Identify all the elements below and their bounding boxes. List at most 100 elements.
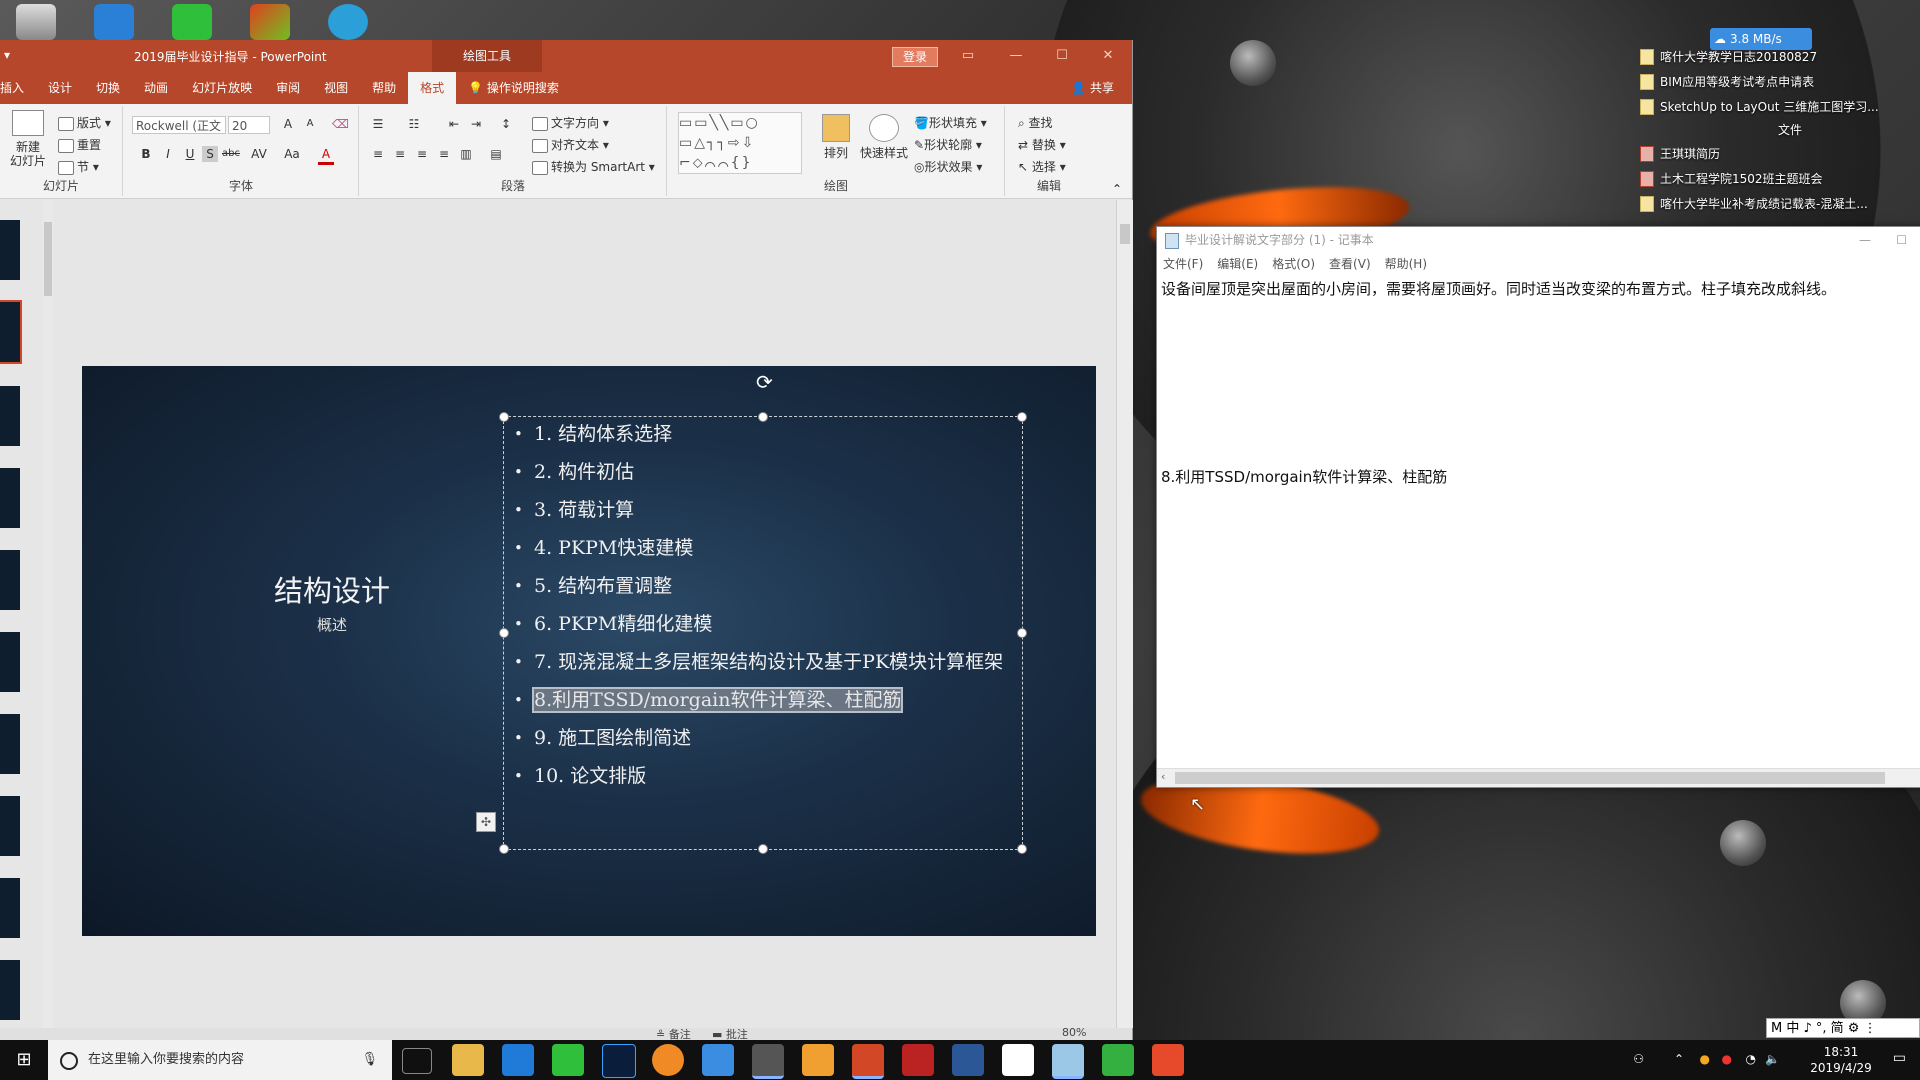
- find-button[interactable]: ⌕ 查找: [1018, 114, 1053, 131]
- edge-icon[interactable]: [502, 1044, 534, 1076]
- list-item[interactable]: 2. 构件初估: [514, 458, 1014, 486]
- list-item[interactable]: 7. 现浇混凝土多层框架结构设计及基于PK模块计算框架: [514, 648, 1014, 676]
- shapes-gallery[interactable]: ▭▭╲╲▭○ ▭△┐┐⇨⇩ ⌐⬦⌒⌒{}: [678, 112, 802, 174]
- font-color-icon[interactable]: A: [318, 146, 334, 165]
- desktop-file[interactable]: 王琪琪简历: [1640, 141, 1920, 166]
- resize-handle[interactable]: [1017, 628, 1027, 638]
- desktop-app-icon[interactable]: [328, 4, 368, 40]
- select-button[interactable]: ↖ 选择 ▾: [1018, 158, 1066, 175]
- slide-scrollbar[interactable]: [1116, 200, 1133, 1028]
- clear-format-icon[interactable]: ⌫: [332, 116, 349, 132]
- slide-thumbnail[interactable]: [0, 632, 20, 692]
- ime-toolbar[interactable]: M 中 ♪ °, 简 ⚙ ⋮: [1766, 1018, 1920, 1038]
- desktop-file[interactable]: 喀什大学教学日志20180827: [1640, 44, 1920, 69]
- task-view-icon[interactable]: [402, 1048, 432, 1074]
- arrange-button[interactable]: 排列: [820, 114, 852, 160]
- font-size-combo[interactable]: 20: [228, 116, 270, 134]
- volume-icon[interactable]: 🔈: [1765, 1052, 1780, 1066]
- maximize-button[interactable]: ☐: [1896, 227, 1907, 253]
- microphone-icon[interactable]: 🎙: [361, 1040, 378, 1080]
- scroll-left-icon[interactable]: ‹: [1161, 770, 1165, 783]
- line-spacing-icon[interactable]: ↕: [498, 116, 514, 132]
- file-explorer-icon[interactable]: [452, 1044, 484, 1076]
- menu-help[interactable]: 帮助(H): [1385, 255, 1427, 272]
- slide-thumbnail[interactable]: [0, 386, 20, 446]
- notepad-horizontal-scrollbar[interactable]: ‹: [1157, 768, 1920, 787]
- app-icon[interactable]: [802, 1044, 834, 1076]
- list-item[interactable]: 3. 荷载计算: [514, 496, 1014, 524]
- minimize-button[interactable]: —: [1859, 227, 1871, 253]
- shape-fill-button[interactable]: 🪣形状填充 ▾: [914, 114, 987, 131]
- iqiyi-icon[interactable]: [172, 4, 212, 40]
- list-item-selected[interactable]: 8.利用TSSD/morgain软件计算梁、柱配筋: [514, 686, 1014, 714]
- replace-button[interactable]: ⇄ 替换 ▾: [1018, 136, 1066, 153]
- browser-icon[interactable]: [652, 1044, 684, 1076]
- slide-thumbnail[interactable]: [0, 714, 20, 774]
- desktop-file[interactable]: BIM应用等级考试考点申请表: [1640, 69, 1920, 94]
- section-button[interactable]: 节 ▾: [58, 158, 99, 175]
- slide-subtitle[interactable]: 概述: [232, 614, 432, 635]
- grow-font-icon[interactable]: A: [280, 116, 296, 132]
- maximize-button[interactable]: ☐: [1052, 46, 1072, 66]
- tab-format[interactable]: 格式: [408, 72, 457, 104]
- italic-icon[interactable]: I: [160, 146, 176, 162]
- align-center-icon[interactable]: ≡: [392, 146, 408, 162]
- slide-thumbnail[interactable]: [0, 796, 20, 856]
- list-item[interactable]: 4. PKPM快速建模: [514, 534, 1014, 562]
- tab-review[interactable]: 审阅: [264, 72, 312, 104]
- font-name-combo[interactable]: Rockwell (正文: [132, 116, 226, 134]
- thumbnails-scrollbar[interactable]: [42, 200, 54, 1028]
- taskbar-search-box[interactable]: 在这里输入你要搜索的内容 🎙: [48, 1040, 392, 1080]
- slide-thumbnail[interactable]: [0, 960, 20, 1020]
- change-case-icon[interactable]: Aa: [280, 146, 304, 162]
- autocad-icon[interactable]: [902, 1044, 934, 1076]
- align-left-icon[interactable]: ≡: [370, 146, 386, 162]
- list-item[interactable]: 9. 施工图绘制简述: [514, 724, 1014, 752]
- list-item[interactable]: 6. PKPM精细化建模: [514, 610, 1014, 638]
- scrollbar-thumb[interactable]: [1175, 772, 1885, 784]
- shrink-font-icon[interactable]: A: [302, 116, 318, 132]
- tab-design[interactable]: 设计: [36, 72, 84, 104]
- menu-format[interactable]: 格式(O): [1272, 255, 1315, 272]
- word-icon[interactable]: [952, 1044, 984, 1076]
- shape-outline-button[interactable]: ✎形状轮廓 ▾: [914, 136, 982, 153]
- photoshop-icon[interactable]: [602, 1044, 636, 1078]
- slide-thumbnail[interactable]: [0, 220, 20, 280]
- resize-handle[interactable]: [1017, 412, 1027, 422]
- slide-thumbnail[interactable]: [0, 550, 20, 610]
- desktop-file[interactable]: 土木工程学院1502班主题班会: [1640, 166, 1920, 191]
- resize-handle[interactable]: [499, 412, 509, 422]
- list-item[interactable]: 10. 论文排版: [514, 762, 1014, 790]
- slide[interactable]: 结构设计 概述 ⟳ 1. 结构体系选择 2. 构件初估 3. 荷载计算 4. P…: [82, 366, 1096, 936]
- resize-handle[interactable]: [758, 844, 768, 854]
- app-icon[interactable]: [1102, 1044, 1134, 1076]
- share-button[interactable]: 👤 共享: [1071, 72, 1114, 104]
- app-icon[interactable]: [702, 1044, 734, 1076]
- slide-thumbnail[interactable]: [0, 468, 20, 528]
- columns-icon[interactable]: ▤: [488, 146, 504, 162]
- numbering-icon[interactable]: ☷: [406, 116, 422, 132]
- network-icon[interactable]: ◔: [1746, 1052, 1756, 1066]
- baidu-netdisk-icon[interactable]: [1002, 1044, 1034, 1076]
- slide-title[interactable]: 结构设计: [232, 568, 432, 610]
- resize-handle[interactable]: [499, 628, 509, 638]
- increase-indent-icon[interactable]: ⇥: [468, 116, 484, 132]
- windows-start-icon[interactable]: ⊞: [0, 1040, 48, 1080]
- align-right-icon[interactable]: ≡: [414, 146, 430, 162]
- collapse-ribbon-icon[interactable]: ⌃: [1112, 182, 1122, 196]
- shape-effects-button[interactable]: ◎形状效果 ▾: [914, 158, 982, 175]
- desktop-file[interactable]: SketchUp to LayOut 三维施工图学习...: [1640, 94, 1920, 119]
- list-item[interactable]: 1. 结构体系选择: [514, 420, 1014, 448]
- menu-file[interactable]: 文件(F): [1163, 255, 1203, 272]
- slide-thumbnail[interactable]: [0, 878, 20, 938]
- bold-icon[interactable]: B: [138, 146, 154, 162]
- desktop-app-icon[interactable]: [94, 4, 134, 40]
- desktop-file[interactable]: 喀什大学毕业补考成绩记载表-混凝土...: [1640, 191, 1920, 216]
- zoom-level[interactable]: 80%: [1062, 1026, 1086, 1039]
- app-icon[interactable]: [1152, 1044, 1184, 1076]
- tab-transitions[interactable]: 切换: [84, 72, 132, 104]
- vegas-icon[interactable]: [250, 4, 290, 40]
- new-slide-button[interactable]: 新建 幻灯片: [8, 110, 48, 168]
- quick-styles-button[interactable]: 快速样式: [860, 114, 908, 160]
- bullet-list[interactable]: 1. 结构体系选择 2. 构件初估 3. 荷载计算 4. PKPM快速建模 5.…: [514, 416, 1014, 790]
